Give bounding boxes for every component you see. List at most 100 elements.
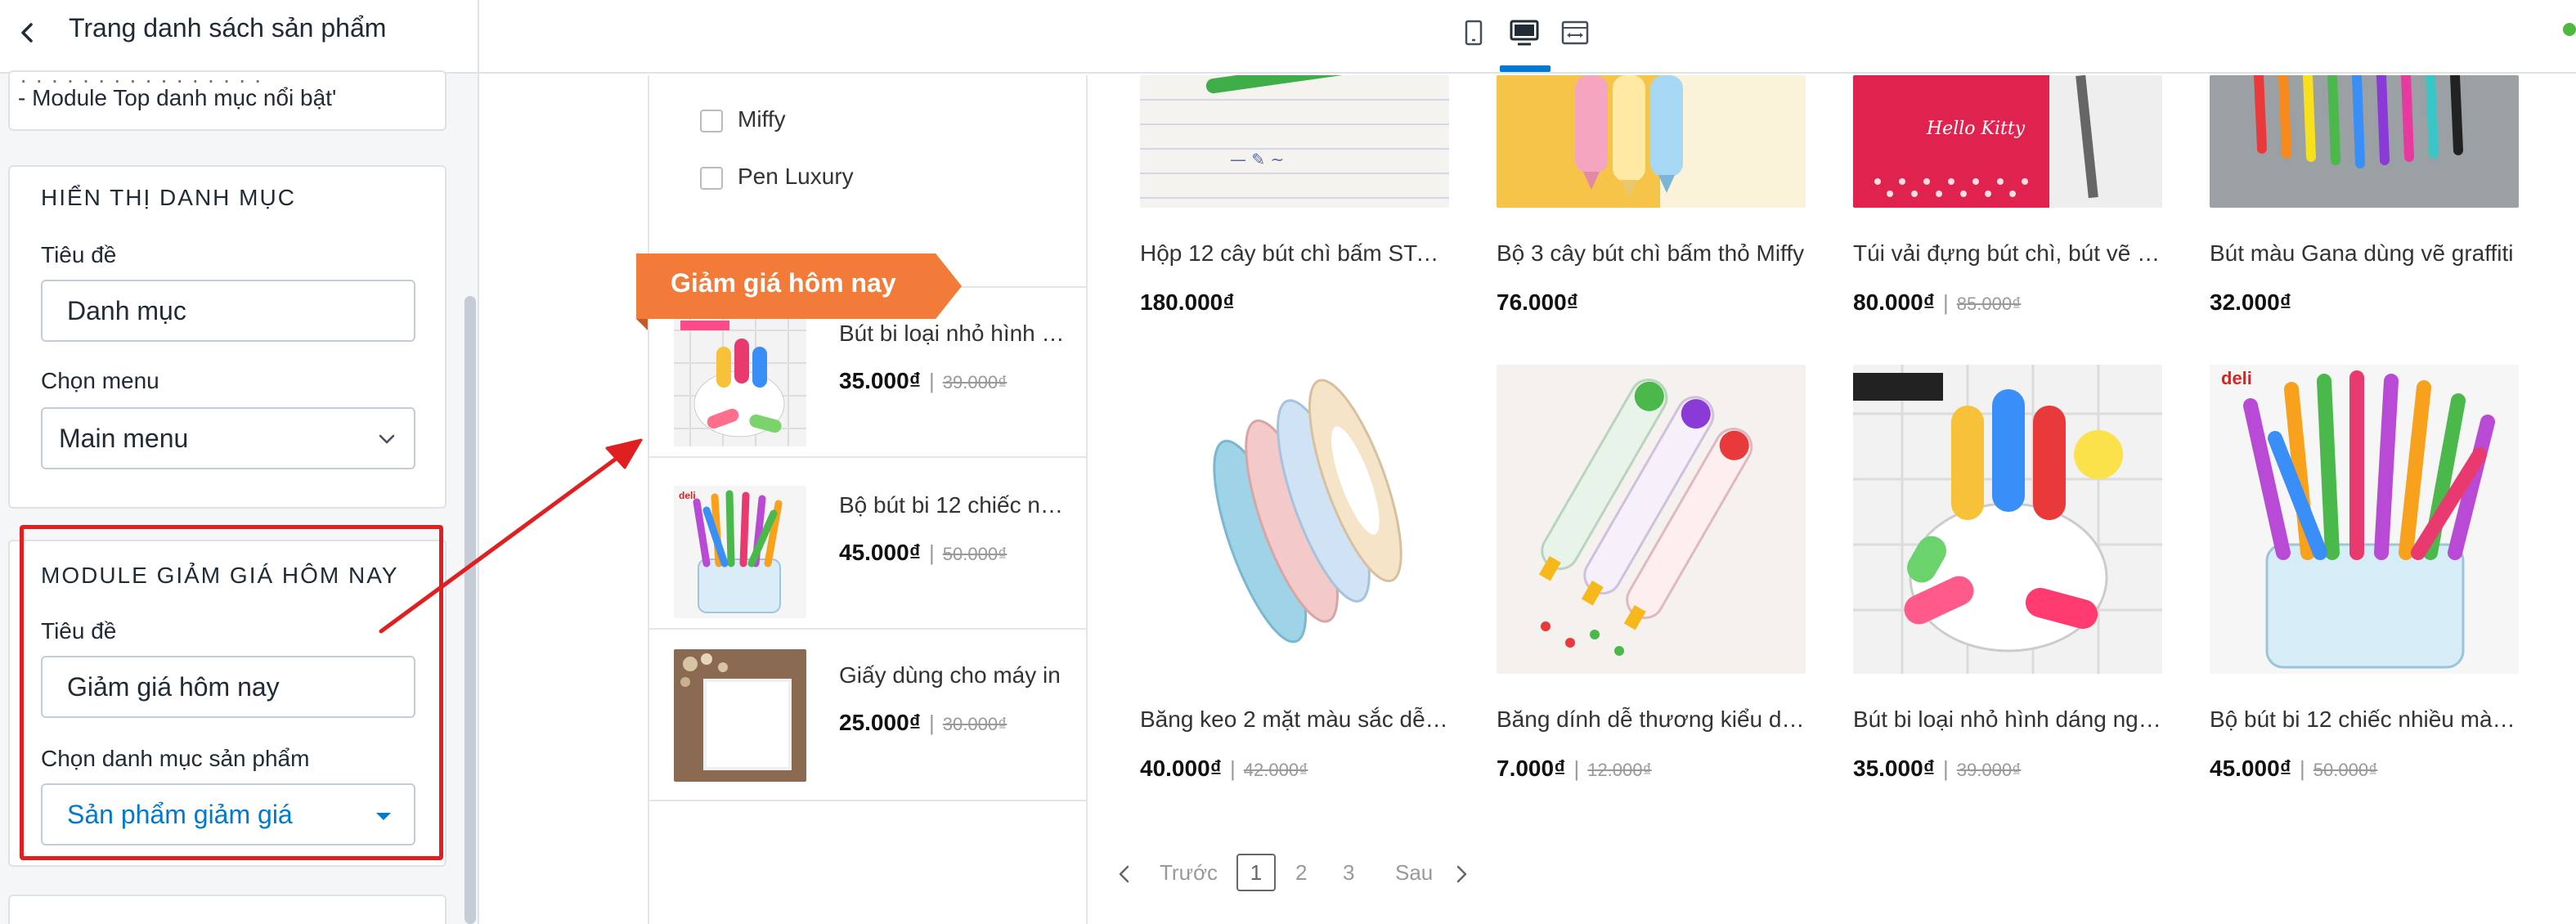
preview-gutter — [481, 75, 648, 924]
pagination-page-current[interactable]: 1 — [1236, 854, 1276, 891]
sale-item-image[interactable] — [674, 314, 806, 446]
product-old-price: 12.000₫ — [1587, 760, 1652, 780]
price-separator: | — [2300, 756, 2305, 781]
product-price-row: 180.000₫ — [1140, 289, 1235, 316]
category-checkbox[interactable] — [700, 167, 723, 190]
next-card — [8, 895, 447, 924]
sale-title: Giảm giá hôm nay — [671, 268, 896, 298]
product-image[interactable]: — ✎ ~ — [1140, 75, 1449, 208]
svg-text:— ✎ ~: — ✎ ~ — [1230, 150, 1284, 169]
product-card[interactable]: Băng keo 2 mặt màu sắc dễ thương 40.000₫… — [1140, 365, 1449, 798]
mobile-icon[interactable] — [1457, 16, 1490, 49]
product-old-price: 39.000₫ — [1956, 760, 2022, 780]
svg-text:deli: deli — [2221, 368, 2252, 388]
status-dot — [2563, 23, 2576, 36]
capsule-pens-image — [1853, 365, 2162, 674]
pagination-page[interactable]: 2 — [1295, 860, 1307, 886]
product-name[interactable]: Bút màu Gana dùng vẽ graffiti — [2210, 240, 2519, 267]
product-card[interactable]: — ✎ ~ Hộp 12 cây bút chì bấm STAEDTLER 1… — [1140, 75, 1449, 345]
pagination-next[interactable]: Sau — [1395, 860, 1433, 886]
svg-text:deli: deli — [679, 490, 696, 501]
product-price-row: 45.000₫ | 50.000₫ — [2210, 756, 2377, 782]
product-image[interactable] — [1140, 365, 1449, 674]
menu-select[interactable]: Main menu — [41, 407, 415, 469]
ribbon-fold — [636, 319, 648, 330]
product-image[interactable] — [1497, 365, 1806, 674]
product-price: 32.000₫ — [2210, 289, 2292, 315]
product-card[interactable]: deli Bộ bút bi 12 chiếc nhiều màu sắc 45… — [2210, 365, 2519, 798]
top-card-text: - Module Top danh mục nổi bật' — [18, 85, 337, 110]
active-device-underline — [1500, 65, 1551, 72]
product-price-row: 76.000₫ — [1497, 289, 1578, 316]
product-price: 35.000₫ — [1853, 756, 1936, 781]
capsule-pens-image — [674, 314, 806, 446]
washi-tape-image — [1140, 365, 1449, 674]
pagination-prev[interactable]: Trước — [1160, 860, 1218, 886]
full-width-icon[interactable] — [1559, 16, 1591, 49]
product-name[interactable]: Bộ 3 cây bút chì bấm thỏ Miffy — [1497, 240, 1806, 267]
product-name[interactable]: Bộ bút bi 12 chiếc nhiều màu sắc — [2210, 706, 2519, 733]
category-label: Miffy — [738, 106, 786, 132]
menu-select-value: Main menu — [59, 424, 189, 453]
price-separator: | — [1943, 756, 1949, 781]
sale-item-image[interactable]: deli — [674, 486, 806, 618]
pagination-page[interactable]: 3 — [1343, 860, 1354, 886]
sale-item[interactable]: Giấy dùng cho máy in 25.000₫ | 30.000₫ — [649, 630, 1086, 801]
product-price-row: 7.000₫ | 12.000₫ — [1497, 756, 1652, 782]
scrollbar-thumb[interactable] — [464, 296, 476, 924]
category-title-input[interactable]: Danh mục — [41, 280, 415, 342]
back-arrow-icon[interactable] — [11, 16, 44, 49]
chevron-left-icon[interactable] — [1112, 862, 1137, 886]
desktop-icon[interactable] — [1508, 16, 1541, 49]
product-name[interactable]: Bút bi loại nhỏ hình dáng ngộ nghĩnh — [1853, 706, 2162, 733]
sale-item-old-price: 50.000₫ — [942, 544, 1008, 564]
gel-pens-image — [2210, 75, 2519, 208]
chevron-right-icon[interactable] — [1449, 862, 1474, 886]
product-name[interactable]: Băng dính dễ thương kiểu dáng bút — [1497, 706, 1806, 733]
sale-item-image[interactable] — [674, 649, 806, 782]
price-separator: | — [1230, 756, 1236, 781]
device-toolbar — [479, 0, 2576, 74]
product-card[interactable]: Hello Kitty Túi vải đựng bút chì, bút vẽ… — [1853, 75, 2162, 345]
product-old-price: 50.000₫ — [2313, 760, 2378, 780]
product-name[interactable]: Hộp 12 cây bút chì bấm STAEDTLER — [1140, 240, 1449, 267]
product-card[interactable]: Bộ 3 cây bút chì bấm thỏ Miffy 76.000₫ — [1497, 75, 1806, 345]
paper-stack-image — [674, 649, 806, 782]
svg-text:Hello Kitty: Hello Kitty — [1926, 119, 2026, 139]
pen-cup-image: deli — [2210, 365, 2519, 674]
title-label: Tiêu đề — [41, 242, 117, 267]
pen-cup-image: deli — [674, 486, 806, 618]
product-name[interactable]: Túi vải đựng bút chì, bút vẽ Hello Kitty — [1853, 240, 2162, 267]
sale-item-name[interactable]: Bộ bút bi 12 chiếc nhiều màu — [839, 492, 1068, 518]
sale-list: Bút bi loại nhỏ hình dáng ngộ nghĩnh 35.… — [649, 286, 1086, 850]
product-image[interactable]: Hello Kitty — [1853, 75, 2162, 208]
price-separator: | — [929, 369, 935, 393]
product-price-row: 80.000₫ | 85.000₫ — [1853, 289, 2021, 316]
category-checkbox[interactable] — [700, 110, 723, 132]
sale-title-ribbon: Giảm giá hôm nay — [636, 253, 962, 319]
tape-pens-image — [1497, 365, 1806, 674]
price-separator: | — [1573, 756, 1580, 781]
product-card[interactable]: Bút bi loại nhỏ hình dáng ngộ nghĩnh 35.… — [1853, 365, 2162, 798]
product-old-price: 42.000₫ — [1243, 760, 1308, 780]
category-label: Pen Luxury — [738, 164, 854, 189]
sale-item-name[interactable]: Giấy dùng cho máy in — [839, 662, 1068, 689]
product-price: 40.000₫ — [1140, 756, 1223, 781]
product-card[interactable]: Bút màu Gana dùng vẽ graffiti 32.000₫ — [2210, 75, 2519, 345]
product-image[interactable] — [1497, 75, 1806, 208]
product-price: 7.000₫ — [1497, 756, 1566, 781]
sale-item-old-price: 39.000₫ — [942, 372, 1008, 392]
price-separator: | — [929, 711, 935, 735]
product-price-row: 32.000₫ — [2210, 289, 2291, 316]
product-image[interactable] — [1853, 365, 2162, 674]
menu-label: Chọn menu — [41, 368, 159, 393]
product-image[interactable]: deli — [2210, 365, 2519, 674]
product-card[interactable]: Băng dính dễ thương kiểu dáng bút 7.000₫… — [1497, 365, 1806, 798]
product-price-row: 35.000₫ | 39.000₫ — [1853, 756, 2021, 782]
bunny-pencils-image — [1497, 75, 1806, 208]
sale-item-old-price: 30.000₫ — [942, 714, 1008, 734]
sale-item-name[interactable]: Bút bi loại nhỏ hình dáng ngộ nghĩnh — [839, 321, 1068, 347]
product-name[interactable]: Băng keo 2 mặt màu sắc dễ thương — [1140, 706, 1449, 733]
product-image[interactable] — [2210, 75, 2519, 208]
sale-item[interactable]: deli Bộ bút bi 12 chiếc nhiều màu 45.000… — [649, 460, 1086, 630]
